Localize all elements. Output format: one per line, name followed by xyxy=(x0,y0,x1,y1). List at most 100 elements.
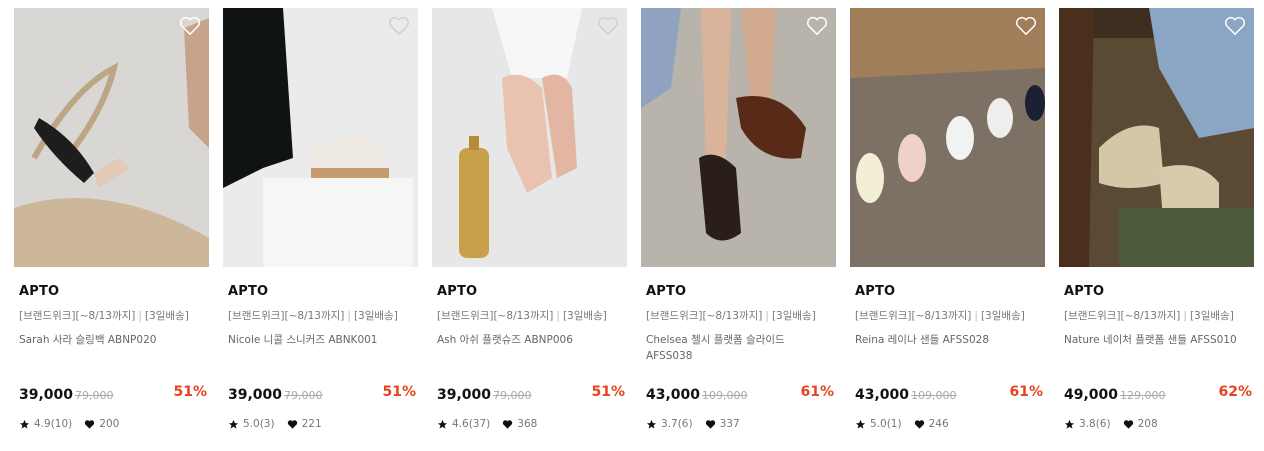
product-stats: 5.0(1) 246 xyxy=(855,418,949,430)
price-row: 39,000 79,000 51% xyxy=(437,384,625,404)
product-stats: 4.6(37) 368 xyxy=(437,418,537,430)
original-price: 79,000 xyxy=(284,389,323,402)
product-card[interactable]: APTO [브랜드위크][~8/13까지] | [3일배송] Nicole 니콜 스… xyxy=(223,8,418,448)
original-price: 129,000 xyxy=(1120,389,1166,402)
event-tag: [브랜드위크][~8/13까지] xyxy=(855,310,972,322)
rating: 5.0(1) xyxy=(870,418,902,430)
product-name[interactable]: Ash 아쉬 플랫슈즈 ABNP006 xyxy=(437,332,625,348)
product-name[interactable]: Sarah 사라 슬링백 ABNP020 xyxy=(19,332,207,348)
shipping-tag: [3일배송] xyxy=(353,310,398,322)
product-stats: 4.9(10) 200 xyxy=(19,418,119,430)
tag-separator: | xyxy=(974,310,978,322)
promo-tags: [브랜드위크][~8/13까지] | [3일배송] xyxy=(228,308,398,323)
promo-tags: [브랜드위크][~8/13까지] | [3일배송] xyxy=(855,308,1025,323)
like-count: 221 xyxy=(301,418,322,430)
price-row: 39,000 79,000 51% xyxy=(19,384,207,404)
star-icon xyxy=(228,419,239,429)
sale-price: 39,000 xyxy=(19,387,74,403)
brand-name: APTO xyxy=(19,284,60,299)
product-image[interactable] xyxy=(1059,8,1254,267)
original-price: 109,000 xyxy=(911,389,957,402)
heart-filled-icon xyxy=(85,419,95,429)
shipping-tag: [3일배송] xyxy=(562,310,607,322)
promo-tags: [브랜드위크][~8/13까지] | [3일배송] xyxy=(646,308,816,323)
heart-filled-icon xyxy=(503,419,513,429)
star-icon xyxy=(1064,419,1075,429)
brand-name: APTO xyxy=(855,284,896,299)
wishlist-heart-icon[interactable] xyxy=(1224,16,1246,36)
original-price: 79,000 xyxy=(75,389,114,402)
product-card[interactable]: APTO [브랜드위크][~8/13까지] | [3일배송] Sarah 사라 슬링… xyxy=(14,8,209,448)
tag-separator: | xyxy=(556,310,560,322)
star-icon xyxy=(855,419,866,429)
product-name[interactable]: Chelsea 첼시 플랫폼 슬라이드 AFSS038 xyxy=(646,332,834,364)
like-count: 208 xyxy=(1137,418,1158,430)
tag-separator: | xyxy=(138,310,142,322)
price-row: 49,000 129,000 62% xyxy=(1064,384,1252,404)
product-stats: 3.8(6) 208 xyxy=(1064,418,1158,430)
product-image[interactable] xyxy=(432,8,627,267)
product-name[interactable]: Nature 네이처 플랫폼 샌들 AFSS010 xyxy=(1064,332,1252,348)
product-image[interactable] xyxy=(223,8,418,267)
product-grid: APTO [브랜드위크][~8/13까지] | [3일배송] Sarah 사라 슬링… xyxy=(0,0,1264,451)
star-icon xyxy=(19,419,30,429)
product-card[interactable]: APTO [브랜드위크][~8/13까지] | [3일배송] Ash 아쉬 플랫슈즈… xyxy=(432,8,627,448)
wishlist-heart-icon[interactable] xyxy=(179,16,201,36)
rating: 3.7(6) xyxy=(661,418,693,430)
product-name[interactable]: Reina 레이나 샌들 AFSS028 xyxy=(855,332,1043,348)
product-stats: 5.0(3) 221 xyxy=(228,418,322,430)
discount-rate: 51% xyxy=(173,384,207,400)
product-image[interactable] xyxy=(850,8,1045,267)
like-count: 368 xyxy=(517,418,538,430)
tag-separator: | xyxy=(1183,310,1187,322)
product-card[interactable]: APTO [브랜드위크][~8/13까지] | [3일배송] Reina 레이나 샌… xyxy=(850,8,1045,448)
like-count: 337 xyxy=(719,418,740,430)
shipping-tag: [3일배송] xyxy=(1189,310,1234,322)
like-count: 200 xyxy=(99,418,120,430)
product-photo xyxy=(223,8,418,267)
discount-rate: 51% xyxy=(382,384,416,400)
brand-name: APTO xyxy=(228,284,269,299)
original-price: 79,000 xyxy=(493,389,532,402)
discount-rate: 51% xyxy=(591,384,625,400)
product-image[interactable] xyxy=(14,8,209,267)
event-tag: [브랜드위크][~8/13까지] xyxy=(1064,310,1181,322)
star-icon xyxy=(646,419,657,429)
sale-price: 39,000 xyxy=(437,387,492,403)
event-tag: [브랜드위크][~8/13까지] xyxy=(646,310,763,322)
sale-price: 43,000 xyxy=(646,387,701,403)
product-stats: 3.7(6) 337 xyxy=(646,418,740,430)
like-count: 246 xyxy=(928,418,949,430)
shipping-tag: [3일배송] xyxy=(144,310,189,322)
wishlist-heart-icon[interactable] xyxy=(806,16,828,36)
shipping-tag: [3일배송] xyxy=(771,310,816,322)
product-photo xyxy=(850,8,1045,267)
discount-rate: 61% xyxy=(800,384,834,400)
price-row: 43,000 109,000 61% xyxy=(646,384,834,404)
product-name[interactable]: Nicole 니콜 스니커즈 ABNK001 xyxy=(228,332,416,348)
heart-filled-icon xyxy=(287,419,297,429)
discount-rate: 62% xyxy=(1218,384,1252,400)
event-tag: [브랜드위크][~8/13까지] xyxy=(228,310,345,322)
rating: 4.6(37) xyxy=(452,418,491,430)
product-image[interactable] xyxy=(641,8,836,267)
product-card[interactable]: APTO [브랜드위크][~8/13까지] | [3일배송] Chelsea 첼시 … xyxy=(641,8,836,448)
event-tag: [브랜드위크][~8/13까지] xyxy=(437,310,554,322)
promo-tags: [브랜드위크][~8/13까지] | [3일배송] xyxy=(1064,308,1234,323)
sale-price: 39,000 xyxy=(228,387,283,403)
shipping-tag: [3일배송] xyxy=(980,310,1025,322)
product-photo xyxy=(641,8,836,267)
wishlist-heart-icon[interactable] xyxy=(388,16,410,36)
tag-separator: | xyxy=(765,310,769,322)
wishlist-heart-icon[interactable] xyxy=(597,16,619,36)
price-row: 43,000 109,000 61% xyxy=(855,384,1043,404)
product-card[interactable]: APTO [브랜드위크][~8/13까지] | [3일배송] Nature 네이처 … xyxy=(1059,8,1254,448)
brand-name: APTO xyxy=(437,284,478,299)
promo-tags: [브랜드위크][~8/13까지] | [3일배송] xyxy=(437,308,607,323)
event-tag: [브랜드위크][~8/13까지] xyxy=(19,310,136,322)
wishlist-heart-icon[interactable] xyxy=(1015,16,1037,36)
product-photo xyxy=(432,8,627,267)
star-icon xyxy=(437,419,448,429)
sale-price: 49,000 xyxy=(1064,387,1119,403)
product-photo xyxy=(14,8,209,267)
